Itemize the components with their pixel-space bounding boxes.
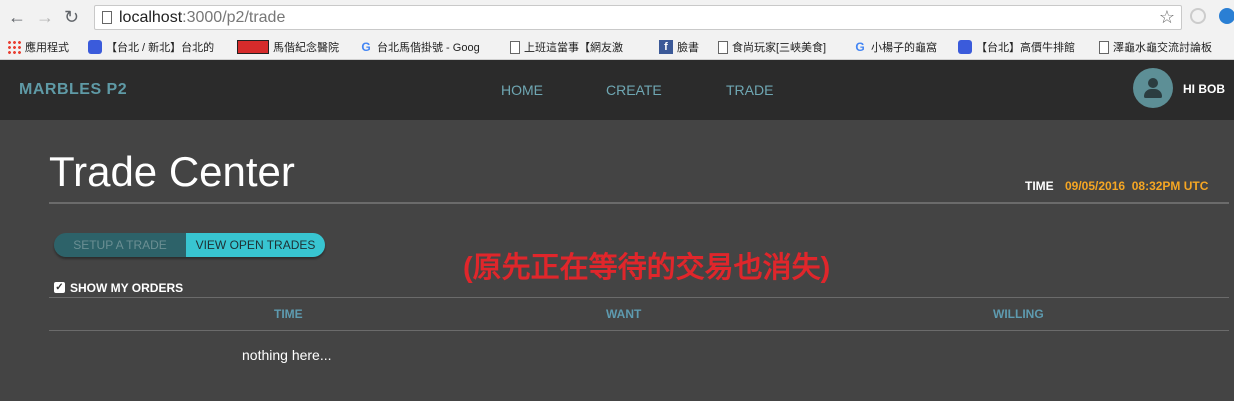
extension-icon[interactable] <box>1190 8 1206 24</box>
user-greeting[interactable]: HI BOB <box>1183 82 1225 96</box>
page-icon <box>718 40 728 54</box>
show-orders-checkbox[interactable]: ✓ <box>54 282 65 293</box>
page-icon <box>102 11 112 24</box>
reload-icon[interactable]: ↻ <box>64 7 79 27</box>
user-avatar-icon[interactable] <box>1133 68 1173 108</box>
title-divider <box>49 202 1229 204</box>
bookmark-star-icon[interactable]: ☆ <box>1159 7 1175 28</box>
column-header-want: WANT <box>606 307 642 321</box>
time-value: 09/05/2016 08:32PM UTC <box>1065 179 1209 193</box>
browser-toolbar: ← → ↻ localhost:3000/p2/trade ☆ <box>0 0 1234 35</box>
address-bar[interactable]: localhost:3000/p2/trade ☆ <box>94 5 1182 30</box>
tab-setup-trade[interactable]: SETUP A TRADE <box>54 233 186 257</box>
time-label: TIME <box>1025 179 1054 193</box>
bookmark-item[interactable]: G 台北馬偕掛號 - Goog <box>359 39 479 55</box>
bookmark-item[interactable]: 澤龜水龜交流討論板 <box>1099 39 1212 55</box>
brand-logo[interactable]: MARBLES P2 <box>19 81 127 99</box>
facebook-icon: f <box>659 40 673 54</box>
favicon-blue-icon <box>958 40 972 54</box>
url-text[interactable]: localhost:3000/p2/trade <box>119 9 285 27</box>
bookmark-item[interactable]: 【台北】高價牛排館 <box>958 39 1075 55</box>
table-top-divider <box>49 297 1229 298</box>
bookmark-item[interactable]: f 臉書 <box>659 39 699 55</box>
column-header-willing: WILLING <box>993 307 1044 321</box>
bookmark-apps[interactable]: 應用程式 <box>7 39 69 55</box>
globe-extension-icon[interactable] <box>1219 8 1234 24</box>
app-header: MARBLES P2 HOME CREATE TRADE HI BOB <box>0 60 1234 120</box>
page-title: Trade Center <box>49 148 295 195</box>
nav-home[interactable]: HOME <box>501 82 543 98</box>
column-header-time: TIME <box>274 307 303 321</box>
bookmark-item[interactable]: 【台北 / 新北】台北的 <box>88 39 214 55</box>
nav-trade[interactable]: TRADE <box>726 82 773 98</box>
empty-table-message: nothing here... <box>242 347 332 363</box>
table-header-divider <box>49 330 1229 331</box>
favicon-blue-icon <box>88 40 102 54</box>
forward-arrow-icon[interactable]: → <box>36 7 54 27</box>
show-orders-label[interactable]: SHOW MY ORDERS <box>70 281 183 295</box>
bookmark-item[interactable]: G 小楊子的龜窩 <box>853 39 937 55</box>
bookmark-item[interactable]: 馬偕紀念醫院 <box>237 39 339 55</box>
tab-view-open-trades[interactable]: VIEW OPEN TRADES <box>186 233 325 257</box>
annotation-notice: (原先正在等待的交易也消失) <box>463 252 831 284</box>
favicon-red-icon <box>237 40 269 54</box>
page-icon <box>1099 40 1109 54</box>
back-arrow-icon[interactable]: ← <box>8 7 26 27</box>
bookmarks-bar: 應用程式 【台北 / 新北】台北的 馬偕紀念醫院 G 台北馬偕掛號 - Goog … <box>0 35 1234 60</box>
google-icon: G <box>855 40 865 54</box>
page-icon <box>510 40 520 54</box>
bookmark-item[interactable]: 食尚玩家[三峽美食] <box>718 39 826 55</box>
apps-icon <box>7 40 21 54</box>
bookmark-item[interactable]: 上班這當事【網友激 <box>510 39 623 55</box>
google-icon: G <box>361 40 371 54</box>
trade-tabs: SETUP A TRADE VIEW OPEN TRADES <box>54 233 325 257</box>
nav-create[interactable]: CREATE <box>606 82 662 98</box>
